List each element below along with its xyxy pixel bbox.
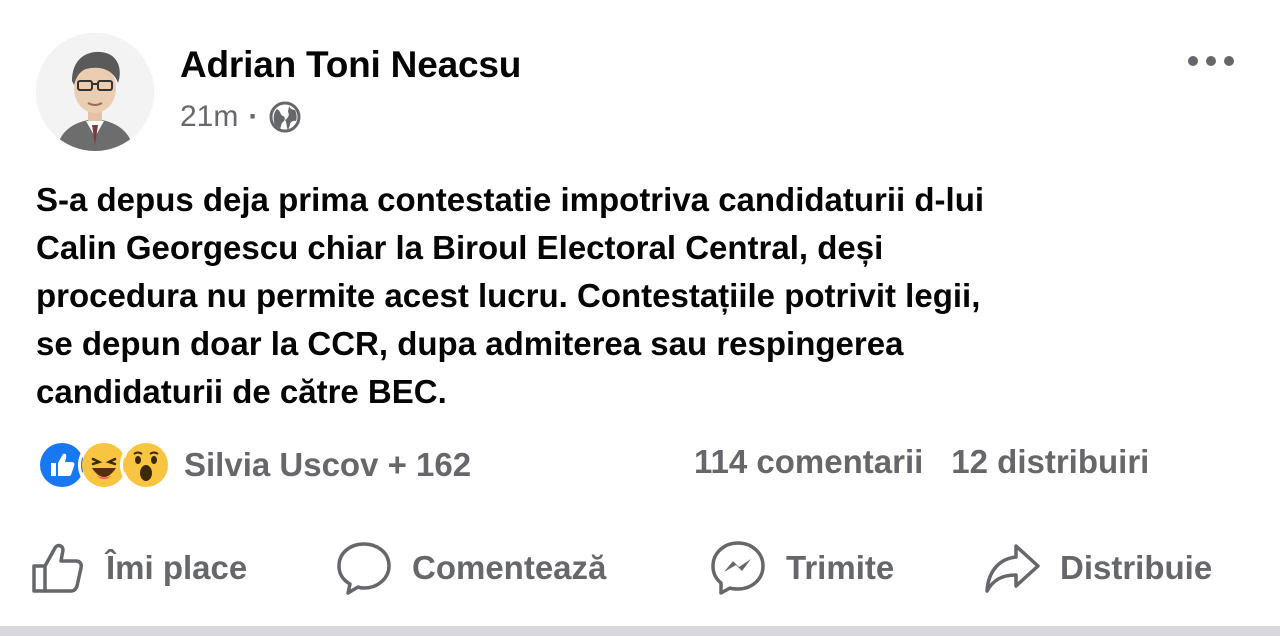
post-text-line: S-a depus deja prima contestatie impotri… [36, 181, 985, 218]
comments-count[interactable]: 114 comentarii [694, 443, 923, 481]
comment-label: Comentează [412, 549, 607, 586]
dot [1188, 56, 1198, 66]
like-label: Îmi place [106, 549, 248, 586]
wow-icon [120, 439, 172, 491]
action-bar: Îmi place Comentează Trimite Distribuie [0, 528, 1280, 608]
send-label: Trimite [786, 549, 895, 586]
reaction-count: Silvia Uscov + 162 [184, 446, 472, 483]
thumbs-up-icon [32, 543, 83, 593]
dot [1224, 56, 1234, 66]
post-text-line: Calin Georgescu chiar la Biroul Electora… [36, 229, 884, 266]
globe-icon [269, 101, 301, 133]
share-label: Distribuie [1060, 549, 1213, 586]
meta-separator: · [248, 100, 259, 133]
post-text-line: candidaturii de către BEC. [36, 373, 447, 410]
post-meta: 21m · [180, 100, 302, 134]
avatar-portrait [36, 33, 154, 151]
reactions-summary[interactable]: Silvia Uscov + 162 [36, 439, 471, 491]
avatar[interactable] [36, 33, 154, 151]
post-text-line: procedura nu permite acest lucru. Contes… [36, 277, 981, 314]
post-card: Adrian Toni Neacsu 21m · S-a depus deja … [0, 0, 1280, 626]
dot [1206, 56, 1216, 66]
messenger-icon [711, 541, 765, 595]
comment-bubble-icon [337, 542, 391, 595]
share-arrow-icon [985, 544, 1040, 593]
shares-count[interactable]: 12 distribuiri [951, 443, 1149, 481]
author-name[interactable]: Adrian Toni Neacsu [180, 44, 521, 86]
post-text: S-a depus deja prima contestatie impotri… [36, 176, 1256, 416]
post-stats: 114 comentarii 12 distribuiri [694, 443, 1149, 481]
feed-divider [0, 626, 1280, 636]
post-time[interactable]: 21m [180, 100, 238, 134]
post-text-line: se depun doar la CCR, dupa admiterea sau… [36, 325, 904, 362]
send-button[interactable]: Trimite [708, 528, 894, 608]
share-button[interactable]: Distribuie [982, 528, 1212, 608]
more-options-icon[interactable] [1188, 46, 1240, 76]
comment-button[interactable]: Comentează [334, 528, 606, 608]
like-button[interactable]: Îmi place [28, 528, 247, 608]
